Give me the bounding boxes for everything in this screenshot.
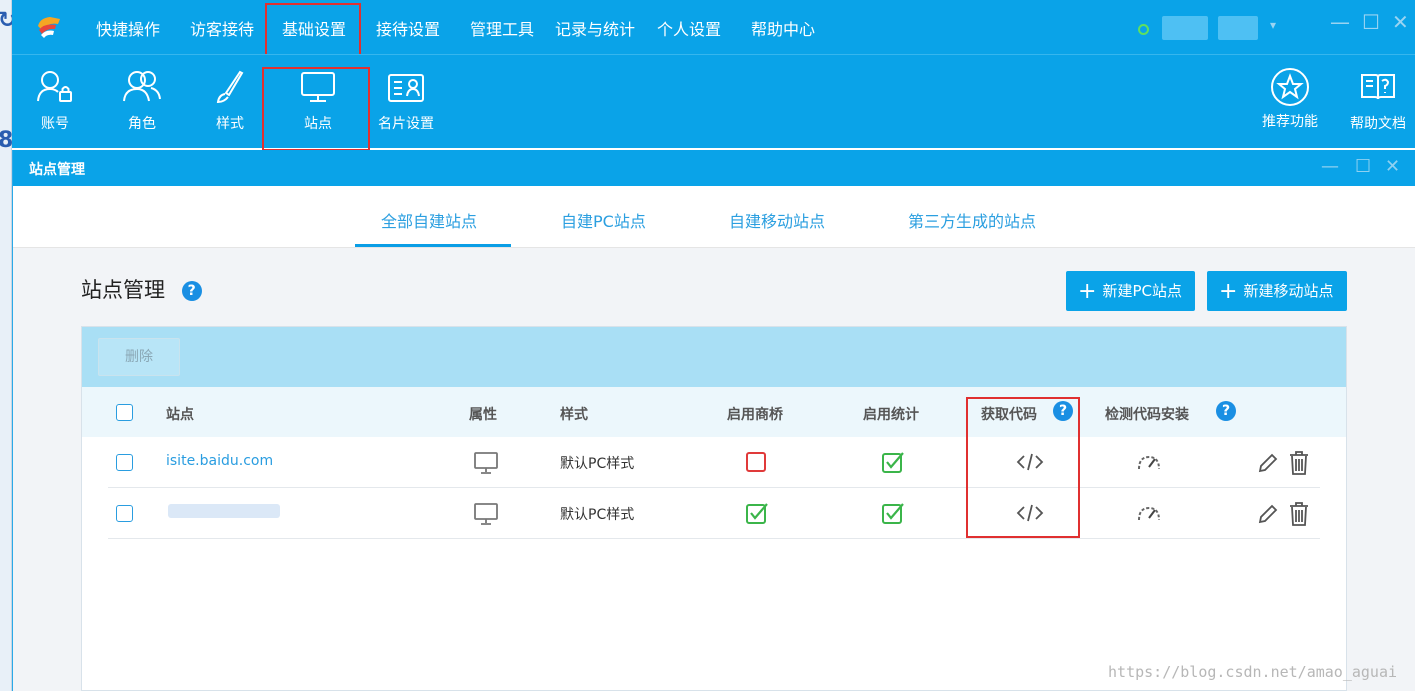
toolbar-account[interactable]: 账号 [34, 69, 76, 133]
speedometer-icon[interactable] [1136, 504, 1162, 522]
page-title-text: 站点管理 [81, 278, 165, 302]
toolbar-help-docs[interactable]: 帮助文档 [1345, 69, 1411, 133]
minimize-icon[interactable]: — [1321, 156, 1339, 177]
style-value: 默认PC样式 [560, 507, 635, 523]
minimize-icon[interactable]: — [1330, 10, 1350, 34]
bulk-action-bar: 删除 [82, 327, 1346, 387]
top-menu-bar: 快捷操作 访客接待 基础设置 接待设置 管理工具 记录与统计 个人设置 帮助中心… [12, 0, 1415, 56]
table-header: 站点 属性 样式 启用商桥 启用统计 获取代码 ? 检测代码安装 ? [82, 387, 1346, 437]
column-header-attribute: 属性 [469, 407, 497, 423]
toolbar-label: 帮助文档 [1350, 116, 1406, 132]
site-link-redacted[interactable] [168, 504, 280, 518]
toolbar-label: 角色 [128, 116, 156, 132]
toolbar-style[interactable]: 样式 [210, 69, 250, 133]
column-header-bridge: 启用商桥 [727, 407, 783, 423]
settings-toolbar: 账号 角色 样式 站点 名片设置 推荐功能 帮助文档 [12, 54, 1415, 151]
toolbar-role[interactable]: 角色 [120, 69, 164, 133]
card-icon [388, 74, 424, 102]
edit-icon[interactable] [1257, 452, 1279, 474]
stats-checked-checkbox[interactable] [881, 450, 905, 474]
monitor-icon [474, 503, 498, 525]
menu-help-center[interactable]: 帮助中心 [751, 16, 815, 40]
annotation-highlight-box [262, 67, 370, 151]
toolbar-card-settings[interactable]: 名片设置 [374, 69, 438, 133]
row-checkbox[interactable] [116, 505, 133, 522]
column-header-site: 站点 [166, 407, 194, 423]
speedometer-icon[interactable] [1136, 453, 1162, 471]
avatar[interactable] [1162, 16, 1208, 40]
toolbar-label: 推荐功能 [1262, 114, 1318, 130]
menu-quick-actions[interactable]: 快捷操作 [96, 16, 160, 40]
star-icon [1271, 68, 1309, 106]
annotation-highlight-box [265, 3, 361, 56]
new-mobile-site-button[interactable]: + 新建移动站点 [1207, 271, 1347, 311]
close-icon[interactable]: ✕ [1392, 10, 1409, 34]
column-header-check-install: 检测代码安装 [1105, 407, 1189, 423]
delete-button[interactable]: 删除 [98, 338, 180, 376]
tab-pc-sites[interactable]: 自建PC站点 [561, 208, 646, 232]
select-all-checkbox[interactable] [116, 404, 133, 421]
background-window-edge: ↻ 8 [0, 0, 16, 691]
site-link[interactable]: isite.baidu.com [166, 453, 273, 469]
edit-icon[interactable] [1257, 503, 1279, 525]
menu-records-stats[interactable]: 记录与统计 [555, 16, 635, 40]
toolbar-label: 名片设置 [378, 116, 434, 132]
style-value: 默认PC样式 [560, 456, 635, 472]
app-logo-icon [38, 17, 60, 38]
online-status-icon [1138, 24, 1149, 35]
menu-visitor-reception[interactable]: 访客接待 [190, 16, 254, 40]
app-window: 快捷操作 访客接待 基础设置 接待设置 管理工具 记录与统计 个人设置 帮助中心… [12, 0, 1415, 691]
sites-table: 删除 站点 属性 样式 启用商桥 启用统计 获取代码 ? 检测代码安装 ? is… [81, 326, 1347, 691]
new-mobile-site-label: 新建移动站点 [1243, 282, 1334, 300]
toolbar-label: 样式 [216, 116, 244, 132]
bridge-unchecked-checkbox[interactable] [745, 451, 767, 473]
monitor-icon [474, 452, 498, 474]
trash-icon[interactable] [1288, 450, 1310, 476]
maximize-icon[interactable]: ☐ [1362, 10, 1380, 34]
brush-icon [216, 70, 244, 104]
role-icon [123, 71, 161, 102]
menu-management-tools[interactable]: 管理工具 [470, 16, 534, 40]
site-management-window: 站点管理 — ☐ ✕ 全部自建站点 自建PC站点 自建移动站点 第三方生成的站点… [12, 150, 1415, 691]
trash-icon[interactable] [1288, 501, 1310, 527]
toolbar-label: 账号 [41, 116, 69, 132]
new-pc-site-button[interactable]: + 新建PC站点 [1066, 271, 1195, 311]
main-content: 站点管理 ? + 新建PC站点 + 新建移动站点 删除 站点 属性 样式 启用商桥 [13, 248, 1415, 691]
row-checkbox[interactable] [116, 454, 133, 471]
active-tab-indicator [355, 244, 511, 247]
account-icon [37, 71, 72, 102]
tab-third-party-sites[interactable]: 第三方生成的站点 [908, 208, 1036, 232]
menu-personal-settings[interactable]: 个人设置 [657, 16, 721, 40]
plus-icon: + [1219, 279, 1238, 304]
plus-icon: + [1078, 279, 1097, 304]
column-header-style: 样式 [560, 407, 588, 423]
stats-checked-checkbox[interactable] [881, 501, 905, 525]
username-redacted[interactable] [1218, 16, 1258, 40]
watermark-text: https://blog.csdn.net/amao_aguai [1108, 663, 1397, 681]
menu-reception-settings[interactable]: 接待设置 [376, 16, 440, 40]
book-icon [1361, 74, 1395, 100]
column-header-stats: 启用统计 [863, 407, 919, 423]
subwindow-title-bar[interactable]: 站点管理 — ☐ ✕ [13, 150, 1415, 186]
close-icon[interactable]: ✕ [1385, 156, 1400, 177]
help-icon[interactable]: ? [1216, 401, 1236, 421]
site-tabs: 全部自建站点 自建PC站点 自建移动站点 第三方生成的站点 [13, 186, 1415, 248]
annotation-highlight-box [966, 397, 1080, 538]
table-row: 默认PC样式 [108, 488, 1320, 539]
tab-all-sites[interactable]: 全部自建站点 [381, 208, 477, 232]
chevron-down-icon[interactable]: ▾ [1270, 18, 1276, 32]
page-title: 站点管理 ? [81, 274, 202, 304]
help-icon[interactable]: ? [181, 281, 202, 301]
subwindow-title: 站点管理 [29, 162, 85, 178]
new-pc-site-label: 新建PC站点 [1102, 282, 1182, 300]
table-row: isite.baidu.com 默认PC样式 [108, 437, 1320, 488]
tab-mobile-sites[interactable]: 自建移动站点 [729, 208, 825, 232]
maximize-icon[interactable]: ☐ [1355, 156, 1371, 177]
bridge-checked-checkbox[interactable] [745, 501, 769, 525]
toolbar-recommended[interactable]: 推荐功能 [1258, 68, 1322, 131]
